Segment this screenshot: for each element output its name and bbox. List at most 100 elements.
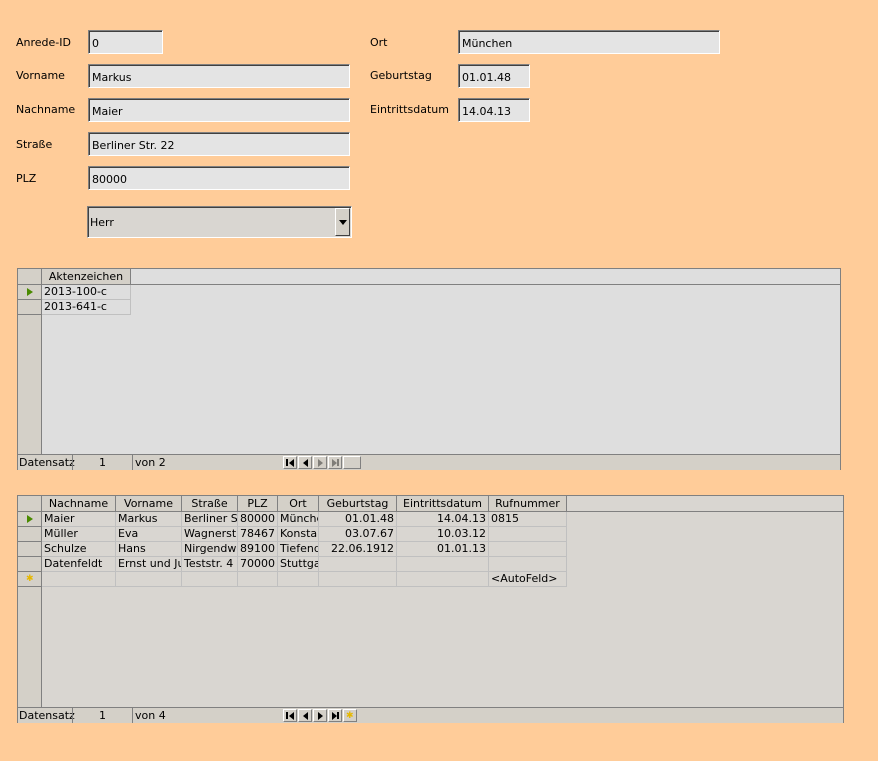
table-cell[interactable]: Tiefend <box>278 542 319 557</box>
record-number: 1 <box>99 456 106 469</box>
subform-personen[interactable]: Nachname Vorname Straße PLZ Ort Geburtst… <box>17 495 844 723</box>
table-cell[interactable]: Müller <box>42 527 116 542</box>
first-record-icon <box>289 712 294 720</box>
eintrittsdatum-field[interactable]: 14.04.13 <box>458 98 530 122</box>
table-cell[interactable]: Teststr. 4 <box>182 557 238 572</box>
new-record-button[interactable] <box>343 456 361 469</box>
record-number-field[interactable]: 1 <box>72 455 132 470</box>
record-navigator: Datensatz 1 von 4 ✱ <box>18 707 843 723</box>
anrede-id-field[interactable]: 0 <box>88 30 163 54</box>
table-cell[interactable]: Schulze <box>42 542 116 557</box>
label-eintrittsdatum: Eintrittsdatum <box>370 103 449 116</box>
last-record-button[interactable] <box>328 456 342 469</box>
label-anrede-id: Anrede-ID <box>16 36 71 49</box>
new-record-button[interactable]: ✱ <box>343 709 357 722</box>
anrede-dropdown-button[interactable] <box>335 208 350 236</box>
table-cell[interactable]: 03.07.67 <box>319 527 397 542</box>
new-record-icon: ✱ <box>26 574 34 584</box>
table-cell[interactable]: 14.04.13 <box>397 512 489 527</box>
column-header-strasse[interactable]: Straße <box>182 496 238 512</box>
table-cell[interactable]: 2013-641-c <box>42 300 131 315</box>
table-cell[interactable] <box>397 557 489 572</box>
column-header-plz[interactable]: PLZ <box>238 496 278 512</box>
table-cell[interactable]: Datenfeldt <box>42 557 116 572</box>
table-cell[interactable]: 22.06.1912 <box>319 542 397 557</box>
geburtstag-field[interactable]: 01.01.48 <box>458 64 530 88</box>
column-header-eintrittsdatum[interactable]: Eintrittsdatum <box>397 496 489 512</box>
column-header-geburtstag[interactable]: Geburtstag <box>319 496 397 512</box>
table-cell[interactable] <box>238 572 278 587</box>
table-cell[interactable]: Wagnerstr <box>182 527 238 542</box>
new-record-icon: ✱ <box>346 711 354 721</box>
ort-field[interactable]: München <box>458 30 720 54</box>
table-cell[interactable] <box>182 572 238 587</box>
table-cell[interactable]: 70000 <box>238 557 278 572</box>
record-number-field[interactable]: 1 <box>72 708 132 723</box>
column-header-ort[interactable]: Ort <box>278 496 319 512</box>
vorname-field[interactable]: Markus <box>88 64 350 88</box>
row-selector[interactable] <box>18 557 42 572</box>
anrede-combobox-value: Herr <box>90 216 114 229</box>
previous-record-icon <box>303 712 308 720</box>
record-nav-label: Datensatz <box>19 456 75 469</box>
strasse-field[interactable]: Berliner Str. 22 <box>88 132 350 156</box>
table-cell[interactable] <box>489 542 567 557</box>
first-record-button[interactable] <box>283 456 297 469</box>
table-cell[interactable]: 01.01.48 <box>319 512 397 527</box>
subform-aktenzeichen[interactable]: Aktenzeichen 2013-100-c 2013-641-c Daten… <box>17 268 841 470</box>
table-cell[interactable] <box>116 572 182 587</box>
table-cell[interactable] <box>397 572 489 587</box>
table-cell[interactable]: Maier <box>42 512 116 527</box>
first-record-button[interactable] <box>283 709 297 722</box>
table-cell[interactable]: Ernst und Jul <box>116 557 182 572</box>
first-record-icon <box>289 459 294 467</box>
anrede-combobox[interactable]: Herr <box>87 206 352 238</box>
record-count-text: von 4 <box>135 709 166 722</box>
table-cell[interactable] <box>489 557 567 572</box>
column-header-nachname[interactable]: Nachname <box>42 496 116 512</box>
record-count: von 4 <box>132 708 282 723</box>
autofeld-cell[interactable]: <AutoFeld> <box>489 572 567 587</box>
table-cell[interactable]: Nirgendwo <box>182 542 238 557</box>
table-cell[interactable]: 0815 <box>489 512 567 527</box>
table-cell[interactable]: Münche <box>278 512 319 527</box>
table-cell[interactable] <box>278 572 319 587</box>
row-selector[interactable]: ✱ <box>18 572 42 587</box>
last-record-button[interactable] <box>328 709 342 722</box>
row-selector[interactable] <box>18 300 42 315</box>
next-record-button[interactable] <box>313 456 327 469</box>
previous-record-button[interactable] <box>298 709 312 722</box>
label-geburtstag: Geburtstag <box>370 69 432 82</box>
table-cell[interactable]: 80000 <box>238 512 278 527</box>
column-header-vorname[interactable]: Vorname <box>116 496 182 512</box>
table-cell[interactable]: Eva <box>116 527 182 542</box>
table-cell[interactable]: 01.01.13 <box>397 542 489 557</box>
label-strasse: Straße <box>16 138 53 151</box>
table-cell[interactable]: Konstar <box>278 527 319 542</box>
row-selector[interactable] <box>18 527 42 542</box>
table-cell[interactable]: Markus <box>116 512 182 527</box>
label-nachname: Nachname <box>16 103 76 116</box>
table-cell[interactable]: 78467 <box>238 527 278 542</box>
table-cell[interactable]: 89100 <box>238 542 278 557</box>
next-record-button[interactable] <box>313 709 327 722</box>
table-cell[interactable] <box>319 572 397 587</box>
previous-record-button[interactable] <box>298 456 312 469</box>
table-cell[interactable] <box>319 557 397 572</box>
column-header-rufnummer[interactable]: Rufnummer <box>489 496 567 512</box>
nachname-field[interactable]: Maier <box>88 98 350 122</box>
column-header-aktenzeichen[interactable]: Aktenzeichen <box>42 269 131 285</box>
table-cell[interactable]: Hans <box>116 542 182 557</box>
table-cell[interactable] <box>489 527 567 542</box>
plz-field[interactable]: 80000 <box>88 166 350 190</box>
table-cell[interactable]: Berliner Str <box>182 512 238 527</box>
label-vorname: Vorname <box>16 69 65 82</box>
table-cell[interactable]: Stuttga <box>278 557 319 572</box>
table-cell[interactable] <box>42 572 116 587</box>
table-cell[interactable]: 2013-100-c <box>42 285 131 300</box>
label-plz: PLZ <box>16 172 37 185</box>
row-selector[interactable] <box>18 285 42 300</box>
row-selector[interactable] <box>18 512 42 527</box>
row-selector[interactable] <box>18 542 42 557</box>
table-cell[interactable]: 10.03.12 <box>397 527 489 542</box>
